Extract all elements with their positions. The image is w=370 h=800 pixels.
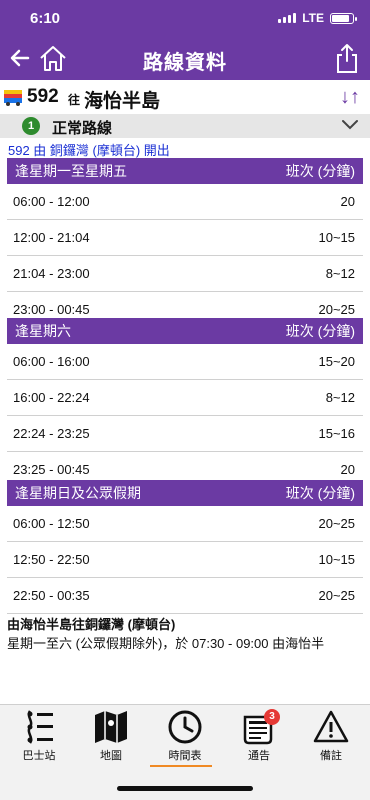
time-range: 12:50 - 22:50	[13, 552, 90, 567]
freq-header: 班次 (分鐘)	[285, 323, 355, 339]
time-range: 06:00 - 12:50	[13, 516, 90, 531]
time-range: 22:50 - 00:35	[13, 588, 90, 603]
frequency: 15~16	[318, 426, 355, 441]
departure-info: 592 由 銅鑼灣 (摩頓台) 開出	[8, 143, 170, 158]
frequency: 20~25	[318, 302, 355, 317]
time-range: 12:00 - 21:04	[13, 230, 90, 245]
frequency: 20~25	[318, 516, 355, 531]
freq-header: 班次 (分鐘)	[285, 485, 355, 501]
route-destination: 海怡半島	[84, 91, 161, 112]
bus-stop-icon	[27, 710, 53, 744]
table-row: 06:00 - 12:00 20	[7, 184, 363, 220]
tab-map[interactable]: 地圖	[74, 709, 148, 769]
variant-number-badge: 1	[22, 117, 40, 135]
route-variant-selector[interactable]: 1 正常路線	[0, 114, 370, 138]
time-range: 06:00 - 16:00	[13, 354, 90, 369]
day-label: 逢星期日及公眾假期	[15, 485, 141, 501]
tab-label: 地圖	[100, 750, 122, 762]
variant-label: 正常路線	[52, 120, 113, 137]
frequency: 15~20	[318, 354, 355, 369]
table-row: 16:00 - 22:24 8~12	[7, 380, 363, 416]
timetable-sunday-holiday: 逢星期日及公眾假期 班次 (分鐘) 06:00 - 12:50 20~25 12:…	[7, 480, 363, 614]
time-range: 23:25 - 00:45	[13, 462, 90, 477]
tab-label: 時間表	[168, 750, 202, 762]
signal-icon	[278, 13, 297, 23]
tab-label: 備註	[320, 750, 342, 762]
table-row: 22:24 - 23:25 15~16	[7, 416, 363, 452]
note-title: 由海怡半島往銅鑼灣 (摩頓台)	[7, 617, 176, 632]
timetable-header: 逢星期一至星期五 班次 (分鐘)	[7, 158, 363, 184]
table-row: 22:50 - 00:35 20~25	[7, 578, 363, 614]
frequency: 20	[340, 194, 355, 209]
home-indicator	[117, 786, 253, 791]
bus-icon	[4, 90, 22, 106]
nav-bar: 路線資料	[0, 38, 370, 80]
table-row: 12:50 - 22:50 10~15	[7, 542, 363, 578]
freq-header: 班次 (分鐘)	[285, 163, 355, 179]
chevron-down-icon[interactable]	[342, 118, 358, 130]
timetable-saturday: 逢星期六 班次 (分鐘) 06:00 - 16:00 15~20 16:00 - …	[7, 318, 363, 488]
app-header: 6:10 LTE 路線資料	[0, 0, 370, 80]
swap-direction-icon[interactable]: ↓↑	[340, 86, 360, 109]
map-icon	[95, 711, 127, 743]
table-row: 06:00 - 12:50 20~25	[7, 506, 363, 542]
table-row: 21:04 - 23:00 8~12	[7, 256, 363, 292]
tab-timetable[interactable]: 時間表	[148, 709, 222, 769]
time-range: 21:04 - 23:00	[13, 266, 90, 281]
tab-bus-stops[interactable]: 巴士站	[2, 709, 76, 769]
route-direction: 往	[68, 93, 81, 107]
status-time: 6:10	[30, 10, 61, 27]
time-range: 06:00 - 12:00	[13, 194, 90, 209]
share-icon[interactable]	[334, 42, 360, 74]
timetable-header: 逢星期日及公眾假期 班次 (分鐘)	[7, 480, 363, 506]
tab-label: 通告	[248, 750, 270, 762]
note-text: 星期一至六 (公眾假期除外)，於 07:30 - 09:00 由海怡半	[7, 636, 325, 651]
tab-notices[interactable]: 3 通告	[222, 709, 296, 769]
table-row: 12:00 - 21:04 10~15	[7, 220, 363, 256]
timetable-weekday: 逢星期一至星期五 班次 (分鐘) 06:00 - 12:00 20 12:00 -…	[7, 158, 363, 328]
notification-badge: 3	[264, 709, 280, 725]
carrier-label: LTE	[302, 11, 324, 25]
frequency: 20~25	[318, 588, 355, 603]
frequency: 10~15	[318, 552, 355, 567]
time-range: 22:24 - 23:25	[13, 426, 90, 441]
frequency: 20	[340, 462, 355, 477]
day-label: 逢星期六	[15, 323, 71, 339]
battery-icon	[330, 12, 357, 24]
status-indicators: LTE	[278, 11, 357, 25]
status-bar: 6:10 LTE	[0, 0, 370, 38]
active-tab-indicator	[150, 765, 212, 767]
warning-icon	[313, 710, 349, 743]
page-title: 路線資料	[143, 52, 227, 74]
route-header: 592 往 海怡半島 ↓↑	[0, 80, 370, 114]
timetable-header: 逢星期六 班次 (分鐘)	[7, 318, 363, 344]
day-label: 逢星期一至星期五	[15, 163, 127, 179]
time-range: 23:00 - 00:45	[13, 302, 90, 317]
frequency: 8~12	[325, 266, 355, 281]
tab-remarks[interactable]: 備註	[294, 709, 368, 769]
tab-label: 巴士站	[22, 750, 56, 762]
frequency: 10~15	[318, 230, 355, 245]
clock-icon	[168, 710, 202, 744]
route-number: 592	[27, 86, 59, 107]
table-row: 06:00 - 16:00 15~20	[7, 344, 363, 380]
time-range: 16:00 - 22:24	[13, 390, 90, 405]
frequency: 8~12	[325, 390, 355, 405]
